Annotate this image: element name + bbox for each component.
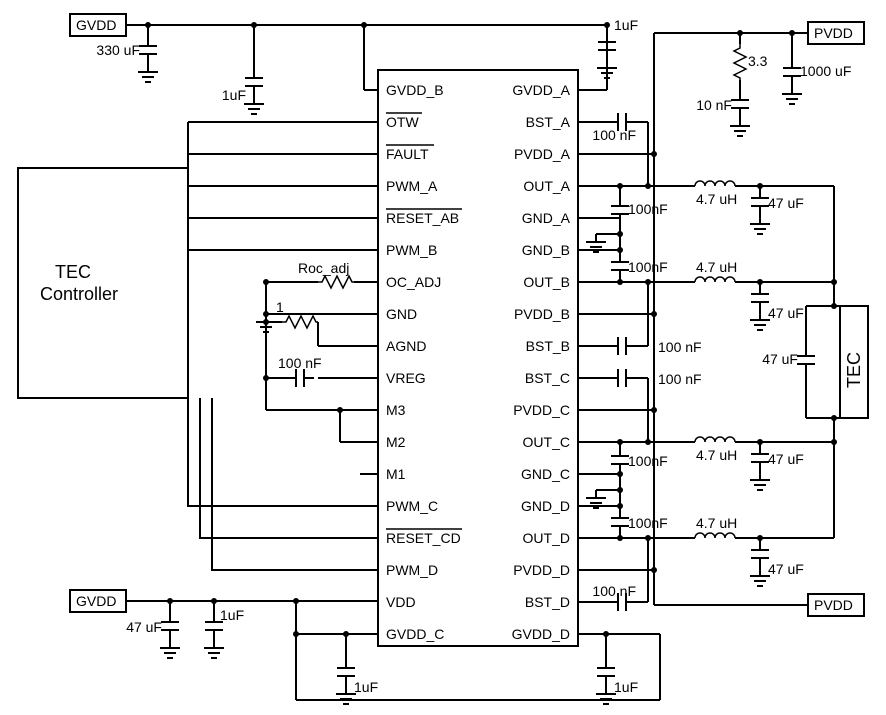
val-cfc: 47 uF xyxy=(768,451,804,467)
val-coutc: 100nF xyxy=(628,453,668,469)
val-roc: Roc_adj xyxy=(298,260,349,276)
pin-reset-ab: RESET_AB xyxy=(386,210,459,226)
cap-bst-b xyxy=(608,337,636,355)
val-cfb: 47 uF xyxy=(768,305,804,321)
cap-filt-b xyxy=(751,284,769,312)
pin-pvdd-a: PVDD_A xyxy=(514,146,571,162)
val-1u-a: 1uF xyxy=(222,87,246,103)
pin-reset-cd: RESET_CD xyxy=(386,530,461,546)
pin-pwm-a: PWM_A xyxy=(386,178,438,194)
val-1u-b: 1uF xyxy=(614,17,638,33)
pin-m1: M1 xyxy=(386,466,406,482)
pin-gnd-b: GND_B xyxy=(522,242,570,258)
val-bstb: 100 nF xyxy=(658,339,702,355)
pin-bst-a: BST_A xyxy=(526,114,571,130)
val-cbridge: 47 uF xyxy=(762,351,798,367)
pin-bst-d: BST_D xyxy=(525,594,570,610)
pin-gnd-c: GND_C xyxy=(521,466,570,482)
cap-out-b xyxy=(611,252,629,280)
pin-oc-adj: OC_ADJ xyxy=(386,274,441,290)
pin-gnd-a: GND_A xyxy=(522,210,571,226)
pin-m2: M2 xyxy=(386,434,406,450)
pin-gvdd-c: GVDD_C xyxy=(386,626,444,642)
pin-gvdd-a: GVDD_A xyxy=(512,82,570,98)
cap-bridge xyxy=(797,346,815,374)
cap-filt-a xyxy=(751,188,769,216)
val-cfa: 47 uF xyxy=(768,195,804,211)
tec-controller-label-1: TEC xyxy=(55,262,91,282)
resistor-agnd xyxy=(282,316,318,328)
pin-pwm-d: PWM_D xyxy=(386,562,438,578)
val-c-snub: 10 nF xyxy=(696,97,732,113)
cap-1u-gvddd xyxy=(597,658,615,686)
pin-pvdd-b: PVDD_B xyxy=(514,306,570,322)
pin-m3: M3 xyxy=(386,402,406,418)
val-la: 4.7 uH xyxy=(696,191,737,207)
val-330u: 330 uF xyxy=(96,42,140,58)
pin-pwm-c: PWM_C xyxy=(386,498,438,514)
cap-snub xyxy=(731,90,749,118)
pin-pvdd-c: PVDD_C xyxy=(513,402,570,418)
val-bstc: 100 nF xyxy=(658,371,702,387)
val-1u-c: 1uF xyxy=(220,607,244,623)
pin-pvdd-d: PVDD_D xyxy=(513,562,570,578)
inductor-b xyxy=(695,277,735,282)
pin-out-d: OUT_D xyxy=(523,530,570,546)
inductor-c xyxy=(695,437,735,442)
val-cfd: 47 uF xyxy=(768,561,804,577)
pin-pwm-b: PWM_B xyxy=(386,242,437,258)
cap-filt-c xyxy=(751,444,769,472)
inductor-d xyxy=(695,533,735,538)
rail-pvdd-bot-label: PVDD xyxy=(814,597,853,613)
pin-vreg: VREG xyxy=(386,370,426,386)
cap-47u-vdd xyxy=(161,612,179,640)
pin-gvdd-b: GVDD_B xyxy=(386,82,444,98)
cap-out-d xyxy=(611,508,629,536)
cap-filt-d xyxy=(751,540,769,568)
val-pvdd-bulk: 1000 uF xyxy=(800,63,851,79)
cap-bst-c xyxy=(608,369,636,387)
val-coutd: 100nF xyxy=(628,515,668,531)
val-lc: 4.7 uH xyxy=(696,447,737,463)
val-r-agnd: 1 xyxy=(276,299,284,315)
val-coutb: 100nF xyxy=(628,259,668,275)
pin-gnd: GND xyxy=(386,306,417,322)
rail-gvdd-top-label: GVDD xyxy=(76,17,116,33)
pin-out-c: OUT_C xyxy=(523,434,570,450)
pin-out-a: OUT_A xyxy=(523,178,570,194)
cap-1u-gvddb xyxy=(245,68,263,96)
rail-gvdd-bot-label: GVDD xyxy=(76,593,116,609)
pin-otw: OTW xyxy=(386,114,419,130)
pin-gnd-d: GND_D xyxy=(521,498,570,514)
val-bsta: 100 nF xyxy=(592,127,636,143)
resistor-oc-adj xyxy=(318,276,354,288)
rail-pvdd-top-label: PVDD xyxy=(814,25,853,41)
cap-pvdd-bulk xyxy=(783,58,801,86)
val-1u-e: 1uF xyxy=(614,679,638,695)
res-snub xyxy=(734,44,746,80)
cap-330u xyxy=(139,36,157,64)
pin-vdd: VDD xyxy=(386,594,416,610)
cap-vreg xyxy=(286,369,314,387)
inductor-a xyxy=(695,181,735,186)
pin-out-b: OUT_B xyxy=(523,274,570,290)
val-c-vreg: 100 nF xyxy=(278,355,322,371)
val-bstd: 100 nF xyxy=(592,583,636,599)
tec-load-label: TEC xyxy=(844,352,864,388)
val-r-snub: 3.3 xyxy=(748,53,768,69)
val-ld: 4.7 uH xyxy=(696,515,737,531)
val-couta: 100nF xyxy=(628,201,668,217)
val-1u-d: 1uF xyxy=(354,679,378,695)
cap-1u-gvddc xyxy=(337,658,355,686)
tec-controller-block xyxy=(18,168,188,398)
pin-bst-c: BST_C xyxy=(525,370,570,386)
val-47u-vdd: 47 uF xyxy=(126,619,162,635)
pin-gvdd-d: GVDD_D xyxy=(512,626,570,642)
val-lb: 4.7 uH xyxy=(696,259,737,275)
pin-agnd: AGND xyxy=(386,338,426,354)
tec-controller-label-2: Controller xyxy=(40,284,118,304)
pin-bst-b: BST_B xyxy=(526,338,570,354)
pin-fault: FAULT xyxy=(386,146,429,162)
cap-out-c xyxy=(611,446,629,474)
